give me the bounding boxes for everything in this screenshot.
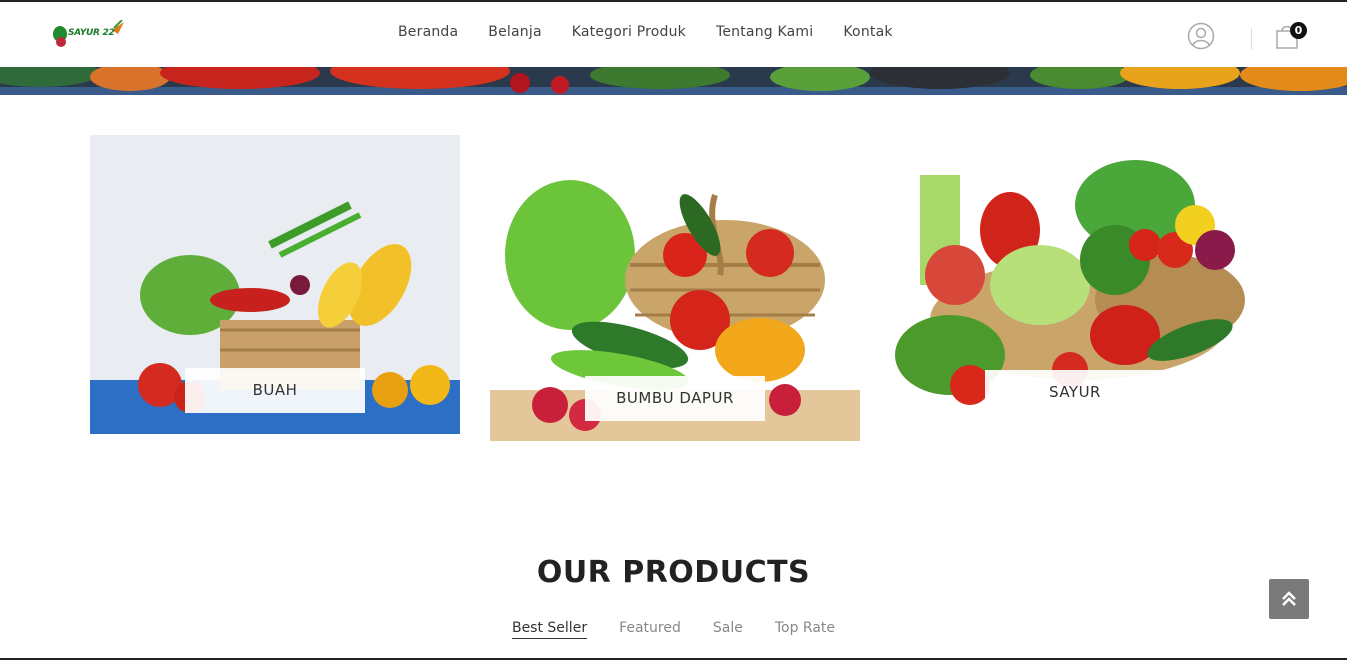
hero-banner-strip	[0, 67, 1347, 95]
logo-text: SAYUR 22	[68, 28, 115, 38]
nav-item-belanja[interactable]: Belanja	[488, 24, 541, 40]
main-nav: Beranda Belanja Kategori Produk Tentang …	[398, 24, 923, 40]
nav-item-tentang-kami[interactable]: Tentang Kami	[716, 24, 813, 40]
tab-best-seller[interactable]: Best Seller	[511, 620, 588, 639]
product-tabs: Best Seller Featured Sale Top Rate	[0, 620, 1347, 639]
category-card-sayur[interactable]: SAYUR	[890, 135, 1260, 440]
site-header: SAYUR 22 Beranda Belanja Kategori Produk…	[0, 2, 1347, 67]
category-label-bumbu-dapur[interactable]: BUMBU DAPUR	[585, 376, 765, 421]
cart-count-badge: 0	[1290, 22, 1307, 39]
products-section-title: OUR PRODUCTS	[536, 555, 811, 590]
scroll-to-top-button[interactable]	[1269, 579, 1309, 619]
nav-item-kategori-produk[interactable]: Kategori Produk	[572, 24, 686, 40]
user-icon[interactable]	[1187, 22, 1215, 50]
tab-featured[interactable]: Featured	[619, 620, 681, 639]
category-label-buah[interactable]: BUAH	[185, 368, 365, 413]
category-card-buah[interactable]: BUAH	[90, 135, 460, 434]
category-label-sayur[interactable]: SAYUR	[985, 370, 1165, 415]
nav-item-kontak[interactable]: Kontak	[843, 24, 892, 40]
tab-sale[interactable]: Sale	[713, 620, 743, 639]
nav-item-beranda[interactable]: Beranda	[398, 24, 458, 40]
double-chevron-up-icon	[1282, 591, 1296, 606]
brand-logo[interactable]: SAYUR 22	[52, 19, 126, 50]
tab-top-rate[interactable]: Top Rate	[775, 620, 835, 639]
header-divider	[1251, 28, 1252, 50]
category-card-bumbu-dapur[interactable]: BUMBU DAPUR	[490, 135, 860, 441]
